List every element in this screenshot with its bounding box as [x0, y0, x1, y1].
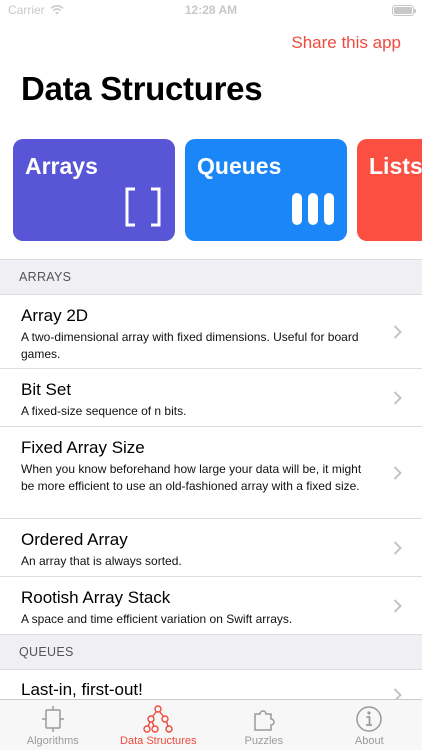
list-item[interactable]: Array 2D A two-dimensional array with fi…: [0, 295, 422, 369]
row-title: Array 2D: [21, 306, 89, 325]
share-app-link[interactable]: Share this app: [291, 33, 401, 53]
section-header-label: ARRAYS: [19, 270, 72, 284]
tab-about[interactable]: About: [317, 700, 422, 750]
row-title: Last-in, first-out!: [21, 680, 143, 699]
card-label: Queues: [197, 153, 282, 179]
row-subtitle: An array that is always sorted.: [21, 554, 182, 568]
row-subtitle: A two-dimensional array with fixed dimen…: [21, 330, 359, 361]
status-time: 12:28 AM: [184, 3, 238, 17]
section-header-queues: QUEUES: [0, 634, 422, 670]
section-header-arrays: ARRAYS: [0, 259, 422, 295]
row-subtitle: A fixed-size sequence of n bits.: [21, 404, 187, 418]
card-label: Lists: [369, 153, 422, 179]
row-title: Ordered Array: [21, 530, 128, 549]
row-title: Fixed Array Size: [21, 438, 145, 457]
status-bar: Carrier 12:28 AM: [0, 0, 422, 22]
tab-puzzles[interactable]: Puzzles: [211, 700, 317, 750]
list-item[interactable]: Last-in, first-out!: [0, 669, 422, 702]
list-item[interactable]: Bit Set A fixed-size sequence of n bits.: [0, 369, 422, 427]
chevron-right-icon: [393, 540, 402, 555]
brackets-icon: [125, 187, 161, 227]
tab-algorithms[interactable]: Algorithms: [0, 700, 106, 750]
tab-label: Data Structures: [120, 735, 197, 747]
tab-label: Algorithms: [26, 735, 79, 747]
bars-icon: [292, 193, 334, 225]
arrays-list: Array 2D A two-dimensional array with fi…: [0, 295, 422, 635]
page-title: Data Structures: [21, 70, 263, 107]
card-arrays[interactable]: Arrays: [13, 139, 175, 241]
list-item[interactable]: Fixed Array Size When you know beforehan…: [0, 427, 422, 519]
card-label: Arrays: [25, 153, 98, 179]
card-lists[interactable]: Lists: [357, 139, 422, 241]
chevron-right-icon: [393, 390, 402, 405]
chevron-right-icon: [393, 599, 402, 613]
section-header-label: QUEUES: [19, 645, 74, 659]
tab-bar: Algorithms Data Structures Puzzles About: [0, 699, 422, 750]
row-subtitle: A space and time efficient variation on …: [21, 612, 293, 626]
tab-data-structures[interactable]: Data Structures: [106, 700, 212, 750]
chevron-right-icon: [393, 465, 402, 480]
flowchart-icon: [41, 706, 64, 732]
battery-icon: [392, 5, 416, 16]
card-queues[interactable]: Queues: [185, 139, 347, 241]
list-item[interactable]: Rootish Array Stack A space and time eff…: [0, 577, 422, 635]
puzzle-icon: [254, 710, 275, 731]
tab-label: Puzzles: [244, 735, 284, 747]
row-title: Rootish Array Stack: [21, 588, 171, 607]
tab-label: About: [354, 735, 384, 747]
info-icon: [356, 706, 382, 732]
tree-icon: [143, 705, 173, 733]
row-subtitle: When you know beforehand how large your …: [21, 462, 362, 493]
chevron-right-icon: [393, 324, 402, 339]
list-item[interactable]: Ordered Array An array that is always so…: [0, 519, 422, 577]
row-title: Bit Set: [21, 380, 72, 399]
category-cards: Arrays Queues Lists: [0, 139, 422, 241]
